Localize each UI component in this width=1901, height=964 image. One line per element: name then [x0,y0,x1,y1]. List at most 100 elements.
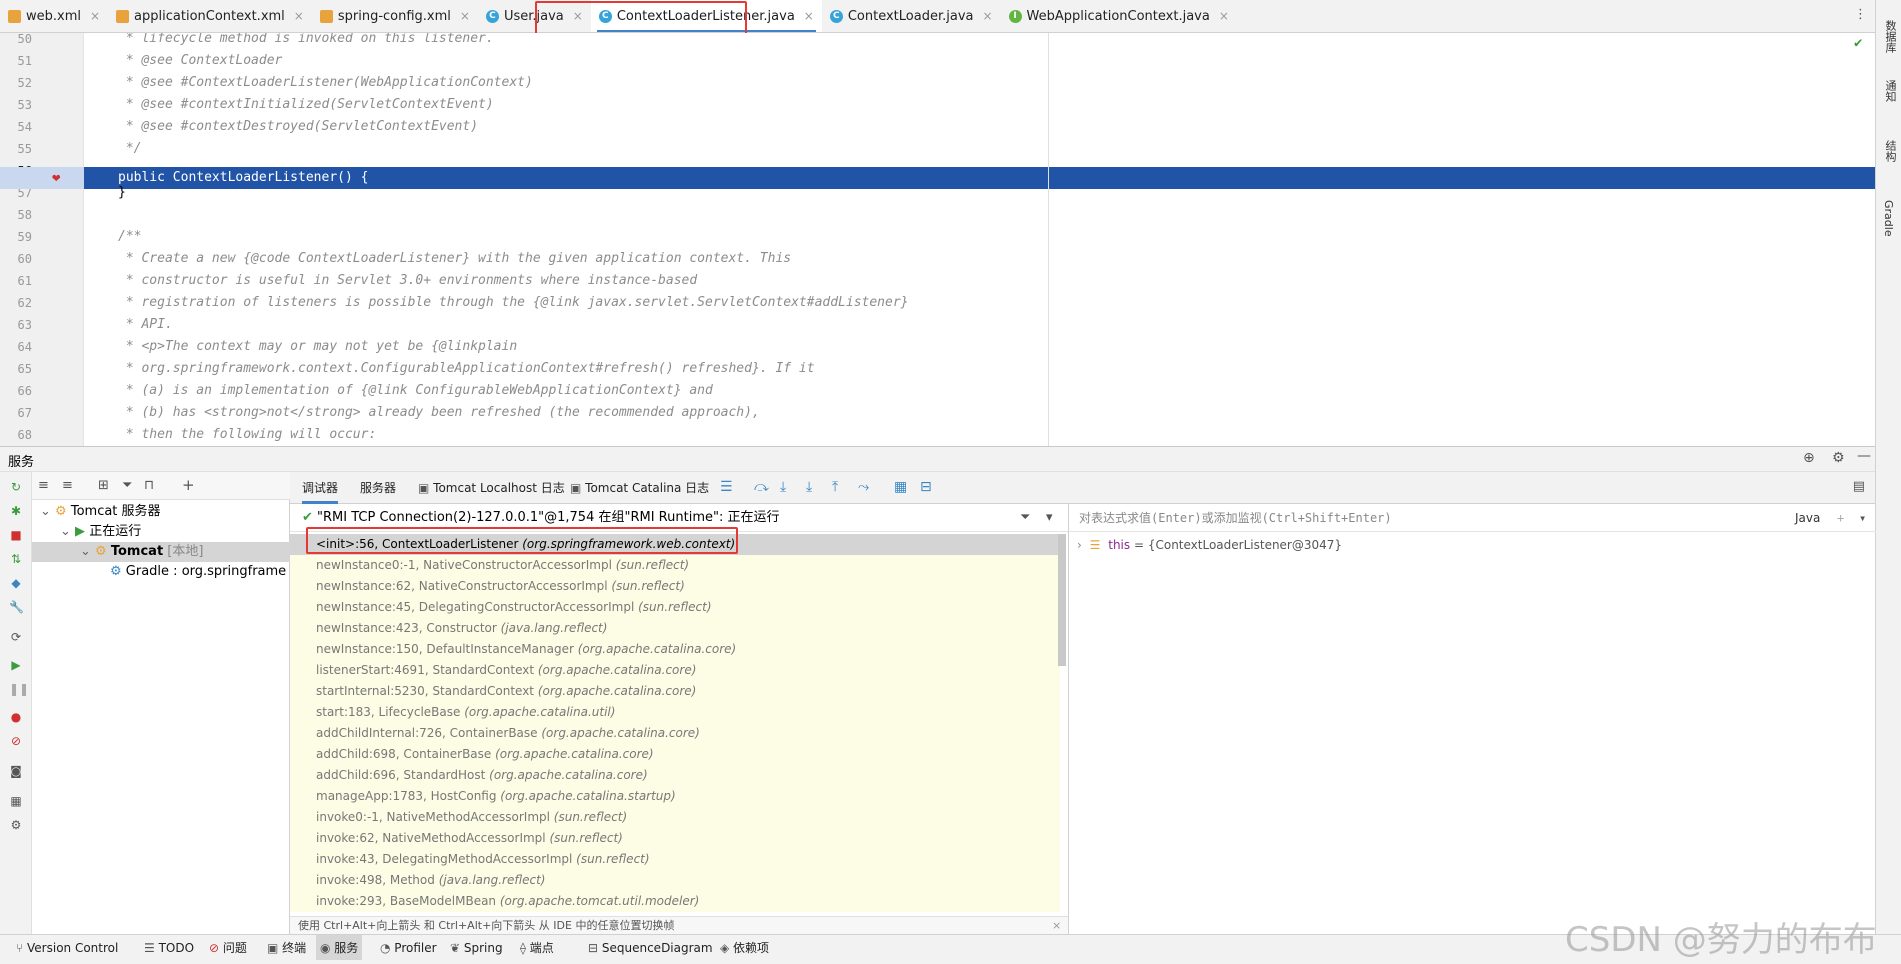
stack-frame[interactable]: newInstance0:-1, NativeConstructorAccess… [290,555,1060,576]
close-icon[interactable]: × [573,9,583,23]
editor-tab-4[interactable]: C ContextLoaderListener.java × [590,0,822,32]
editor-tab-6[interactable]: I WebApplicationContext.java × [1001,0,1237,32]
bottom-tab-4[interactable]: ◉ 服务 [316,935,363,961]
stack-frame[interactable]: startInternal:5230, StandardContext (org… [290,681,1060,702]
stack-frame[interactable]: newInstance:423, Constructor (java.lang.… [290,618,1060,639]
refresh-icon[interactable]: ⟳ [9,630,23,644]
new-tab-icon[interactable]: ⊓ [144,478,154,493]
step-into-icon[interactable]: ⤓ [780,479,786,495]
tree-gradle[interactable]: ⚙ Gradle : org.springframe [110,562,290,582]
camera-icon[interactable]: ◙ [9,764,23,778]
debug-icon[interactable]: ✱ [9,504,23,518]
run-to-cursor-icon[interactable]: ⤳ [858,479,869,495]
step-out-icon[interactable]: ⤒ [832,479,838,495]
rerun-icon[interactable]: ↻ [9,480,23,494]
stack-frame[interactable]: manageApp:1783, HostConfig (org.apache.c… [290,786,1060,807]
menu-icon[interactable]: ☰ [720,479,733,495]
stack-frame[interactable]: addChildInternal:726, ContainerBase (org… [290,723,1060,744]
trace-icon[interactable]: ⊟ [920,479,932,495]
bottom-tab-6[interactable]: ❦ Spring [446,935,507,961]
layout-icon[interactable]: ▦ [9,794,23,808]
evaluate-expression-input[interactable]: 对表达式求值(Enter)或添加监视(Ctrl+Shift+Enter) Jav… [1069,504,1876,532]
stack-frame[interactable]: newInstance:62, NativeConstructorAccesso… [290,576,1060,597]
stack-frame[interactable]: addChild:696, StandardHost (org.apache.c… [290,765,1060,786]
debugger-tab-2[interactable]: ▣ Tomcat Localhost 日志 [418,472,565,504]
stack-frame[interactable]: addChild:698, ContainerBase (org.apache.… [290,744,1060,765]
bottom-tab-2[interactable]: ⊘ 问题 [205,935,251,961]
editor-tab-3[interactable]: C User.java × [478,0,591,32]
stack-frame[interactable]: invoke0:-1, NativeMethodAccessorImpl (su… [290,807,1060,828]
force-step-icon[interactable]: ⤓ [806,479,812,495]
right-strip-label[interactable]: 结构 [1882,140,1898,162]
settings-icon[interactable]: ⚙ [9,818,23,832]
code-editor[interactable]: 50515253545556575859606162636465666768 ❤… [0,33,1875,446]
stack-frame[interactable]: start:183, LifecycleBase (org.apache.cat… [290,702,1060,723]
wrench-icon[interactable]: 🔧 [9,600,24,614]
step-over-icon[interactable]: ⤼ [754,479,769,495]
editor-tab-2[interactable]: spring-config.xml × [312,0,478,32]
add-icon[interactable]: + [182,476,195,494]
bottom-tab-8[interactable]: ⊟ SequenceDiagram [584,935,717,961]
stack-frame[interactable]: newInstance:45, DelegatingConstructorAcc… [290,597,1060,618]
stack-frame[interactable]: invoke:498, Method (java.lang.reflect) [290,870,1060,891]
more-tabs-icon[interactable]: ⋮ [1854,7,1867,22]
tree-tomcat[interactable]: ⌄ ⚙ Tomcat [本地] [32,542,290,562]
language-select[interactable]: Java [1795,504,1820,532]
view-breakpoints-icon[interactable]: ● [9,710,23,724]
class-icon: C [598,9,612,23]
bottom-tab-5[interactable]: ◔ Profiler [376,935,441,961]
stack-frame[interactable]: invoke:62, NativeMethodAccessorImpl (sun… [290,828,1060,849]
stack-frame[interactable]: listenerStart:4691, StandardContext (org… [290,660,1060,681]
chevron-down-icon[interactable]: ▾ [1046,504,1053,532]
stack-frame[interactable]: newInstance:150, DefaultInstanceManager … [290,639,1060,660]
line-number: 64 [17,340,32,354]
stop-icon[interactable]: ■ [9,528,23,542]
filter-icon[interactable]: ⏷ [122,478,132,493]
minimize-icon[interactable]: — [1857,448,1871,464]
bottom-tab-7[interactable]: ⟠ 端点 [516,935,558,961]
close-icon[interactable]: × [1052,917,1061,935]
resume-icon[interactable]: ▶ [9,658,23,672]
frames-scrollbar[interactable] [1058,534,1066,666]
gear-icon[interactable]: ⚙ [1832,450,1845,466]
layout-icon[interactable]: ▤ [1853,479,1865,494]
mute-breakpoints-icon[interactable]: ⊘ [9,734,23,748]
close-icon[interactable]: × [1219,9,1229,23]
breakpoint-icon[interactable]: ❤ [52,171,66,185]
editor-tab-0[interactable]: web.xml × [0,0,108,32]
pause-icon[interactable]: ❚❚ [9,682,29,696]
close-icon[interactable]: × [982,9,992,23]
editor-tab-5[interactable]: C ContextLoader.java × [822,0,1001,32]
debugger-tab-0[interactable]: 调试器 [302,472,339,504]
expand-all-icon[interactable]: ≡ [38,478,49,493]
close-icon[interactable]: × [804,9,814,23]
editor-tab-1[interactable]: applicationContext.xml × [108,0,312,32]
bottom-tab-1[interactable]: ☰ TODO [140,935,198,961]
filter-icon[interactable]: ⏷ [1020,504,1030,532]
locate-icon[interactable]: ⊕ [1803,450,1815,466]
stack-frame[interactable]: invoke:293, BaseModelMBean (org.apache.t… [290,891,1060,912]
bottom-tab-9[interactable]: ◈ 依赖项 [716,935,773,961]
group-icon[interactable]: ⊞ [98,478,109,493]
add-watch-icon[interactable]: + [1837,504,1844,532]
deploy-icon[interactable]: ⇅ [9,552,23,566]
debugger-tab-3[interactable]: ▣ Tomcat Catalina 日志 [570,472,709,504]
stack-frame[interactable]: invoke:43, DelegatingMethodAccessorImpl … [290,849,1060,870]
close-icon[interactable]: × [294,9,304,23]
bottom-tab-3[interactable]: ▣ 终端 [263,935,310,961]
right-strip-label[interactable]: 通知 [1882,80,1898,102]
right-strip-label[interactable]: 数据库 [1882,20,1898,53]
table-icon[interactable]: ▦ [894,479,907,495]
variable-this[interactable]: › ☰ this = {ContextLoaderListener@3047} [1077,536,1342,554]
chevron-down-icon[interactable]: ▾ [1859,504,1866,532]
bottom-tab-0[interactable]: ⑂ Version Control [12,935,122,961]
tree-running[interactable]: ⌄ ▶ 正在运行 [60,522,141,542]
debugger-tab-1[interactable]: 服务器 [360,472,396,504]
right-strip-label[interactable]: Gradle [1882,200,1895,237]
close-icon[interactable]: × [90,9,100,23]
close-icon[interactable]: × [460,9,470,23]
artifact-icon[interactable]: ◆ [9,576,23,590]
line-number: 55 [17,142,32,156]
tree-tomcat-server[interactable]: ⌄ ⚙ Tomcat 服务器 [40,502,161,522]
collapse-all-icon[interactable]: ≡ [62,478,73,493]
